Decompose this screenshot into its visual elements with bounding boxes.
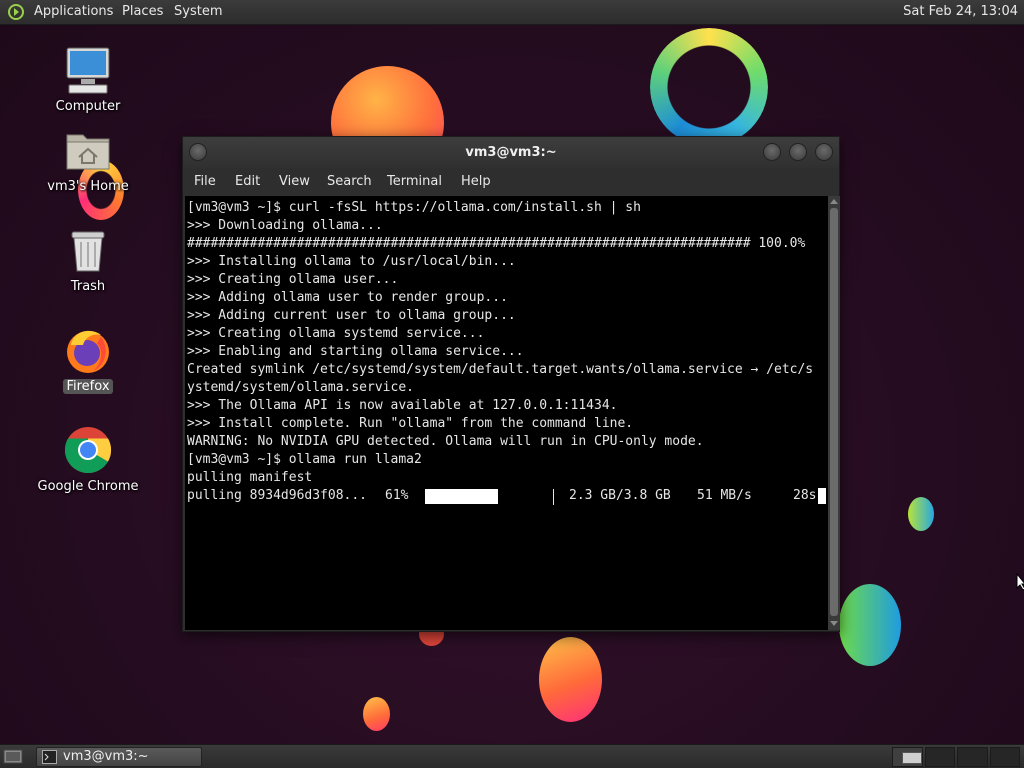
close-icon[interactable] bbox=[815, 143, 833, 161]
menu-file[interactable]: File bbox=[194, 174, 216, 189]
system-menu[interactable]: System bbox=[174, 4, 222, 19]
terminal-line: >>> Creating ollama user... bbox=[187, 272, 399, 287]
decorative-green-blob bbox=[839, 584, 901, 666]
window-title: vm3@vm3:~ bbox=[465, 145, 557, 160]
terminal-line: ystemd/system/ollama.service. bbox=[187, 380, 414, 395]
computer-icon bbox=[63, 45, 113, 95]
workspace-1[interactable] bbox=[892, 747, 923, 767]
window-menu-icon[interactable] bbox=[189, 143, 207, 161]
progress-bar-end bbox=[553, 489, 554, 505]
terminal-line: >>> Adding ollama user to render group..… bbox=[187, 290, 508, 305]
workspace-2[interactable] bbox=[924, 747, 955, 767]
scroll-thumb[interactable] bbox=[830, 208, 838, 616]
terminal-line: [vm3@vm3 ~]$ curl -fsSL https://ollama.c… bbox=[187, 200, 641, 215]
download-progress-line: pulling 8934d96d3f08... 61% 2.3 GB/3.8 G… bbox=[187, 487, 828, 505]
minimize-icon[interactable] bbox=[763, 143, 781, 161]
terminal-scrollbar[interactable] bbox=[828, 196, 840, 630]
desktop-icon-chrome[interactable]: Google Chrome bbox=[33, 425, 143, 494]
applications-menu[interactable]: Applications bbox=[34, 4, 113, 19]
workspace-switcher[interactable] bbox=[892, 747, 1020, 767]
desktop-icon-label: Google Chrome bbox=[37, 479, 139, 494]
taskbar-window-button[interactable]: vm3@vm3:~ bbox=[36, 747, 202, 767]
progress-speed: 51 MB/s bbox=[697, 488, 752, 503]
desktop-icon-home[interactable]: vm3's Home bbox=[33, 125, 143, 194]
terminal-line: >>> The Ollama API is now available at 1… bbox=[187, 398, 618, 413]
home-folder-icon bbox=[63, 125, 113, 175]
mouse-pointer-icon bbox=[1016, 573, 1024, 591]
decorative-ring bbox=[650, 28, 768, 146]
menu-view[interactable]: View bbox=[279, 174, 310, 189]
taskbar-window-label: vm3@vm3:~ bbox=[63, 749, 149, 764]
terminal-line: >>> Enabling and starting ollama service… bbox=[187, 344, 524, 359]
terminal-line: pulling manifest bbox=[187, 470, 313, 485]
desktop-icon-firefox[interactable]: Firefox bbox=[33, 325, 143, 394]
bottom-panel: vm3@vm3:~ bbox=[0, 744, 1024, 768]
terminal-line: >>> Installing ollama to /usr/local/bin.… bbox=[187, 254, 516, 269]
decorative-orange-blob-3 bbox=[363, 697, 390, 731]
workspace-4[interactable] bbox=[989, 747, 1020, 767]
progress-size: 2.3 GB/3.8 GB bbox=[569, 488, 671, 503]
terminal-line: >>> Install complete. Run "ollama" from … bbox=[187, 416, 634, 431]
menu-terminal[interactable]: Terminal bbox=[387, 174, 442, 189]
firefox-icon bbox=[63, 325, 113, 375]
progress-bar-fill bbox=[425, 489, 498, 504]
terminal-line: >>> Adding current user to ollama group.… bbox=[187, 308, 516, 323]
terminal-line: [vm3@vm3 ~]$ ollama run llama2 bbox=[187, 452, 422, 467]
desktop-icon-label: vm3's Home bbox=[47, 179, 129, 194]
scroll-up-icon[interactable] bbox=[830, 199, 838, 204]
desktop-icon-label: Trash bbox=[70, 279, 106, 294]
menu-search[interactable]: Search bbox=[327, 174, 372, 189]
window-titlebar[interactable]: vm3@vm3:~ bbox=[183, 137, 839, 168]
workspace-3[interactable] bbox=[957, 747, 988, 767]
scroll-down-icon[interactable] bbox=[830, 621, 838, 626]
terminal-line: >>> Creating ollama systemd service... bbox=[187, 326, 485, 341]
progress-prefix: pulling 8934d96d3f08... bbox=[187, 488, 368, 503]
maximize-icon[interactable] bbox=[789, 143, 807, 161]
terminal-line: WARNING: No NVIDIA GPU detected. Ollama … bbox=[187, 434, 704, 449]
chrome-icon bbox=[63, 425, 113, 475]
terminal-cursor bbox=[818, 488, 826, 504]
trash-icon bbox=[63, 225, 113, 275]
decorative-orange-blob-2 bbox=[539, 637, 602, 722]
terminal-window[interactable]: vm3@vm3:~ File Edit View Search Terminal… bbox=[182, 136, 840, 632]
menu-edit[interactable]: Edit bbox=[235, 174, 260, 189]
terminal-line: Created symlink /etc/systemd/system/defa… bbox=[187, 362, 814, 377]
decorative-teal-blob bbox=[908, 497, 934, 531]
show-desktop-icon[interactable] bbox=[3, 748, 23, 765]
terminal-output[interactable]: [vm3@vm3 ~]$ curl -fsSL https://ollama.c… bbox=[185, 196, 828, 630]
gnome-foot-icon[interactable] bbox=[6, 3, 26, 21]
terminal-icon bbox=[42, 750, 57, 764]
desktop-icon-label: Computer bbox=[55, 99, 121, 114]
menu-help[interactable]: Help bbox=[461, 174, 491, 189]
top-panel: Applications Places System Sat Feb 24, 1… bbox=[0, 0, 1024, 25]
desktop-icon-label: Firefox bbox=[63, 379, 113, 394]
progress-eta: 28s bbox=[793, 488, 817, 503]
desktop-icon-computer[interactable]: Computer bbox=[33, 45, 143, 114]
terminal-line: >>> Downloading ollama... bbox=[187, 218, 383, 233]
progress-percent: 61% bbox=[385, 488, 409, 503]
desktop-icon-trash[interactable]: Trash bbox=[33, 225, 143, 294]
terminal-menubar: File Edit View Search Terminal Help bbox=[183, 168, 839, 196]
clock[interactable]: Sat Feb 24, 13:04 bbox=[903, 4, 1018, 19]
places-menu[interactable]: Places bbox=[122, 4, 163, 19]
terminal-line: ########################################… bbox=[187, 236, 806, 251]
